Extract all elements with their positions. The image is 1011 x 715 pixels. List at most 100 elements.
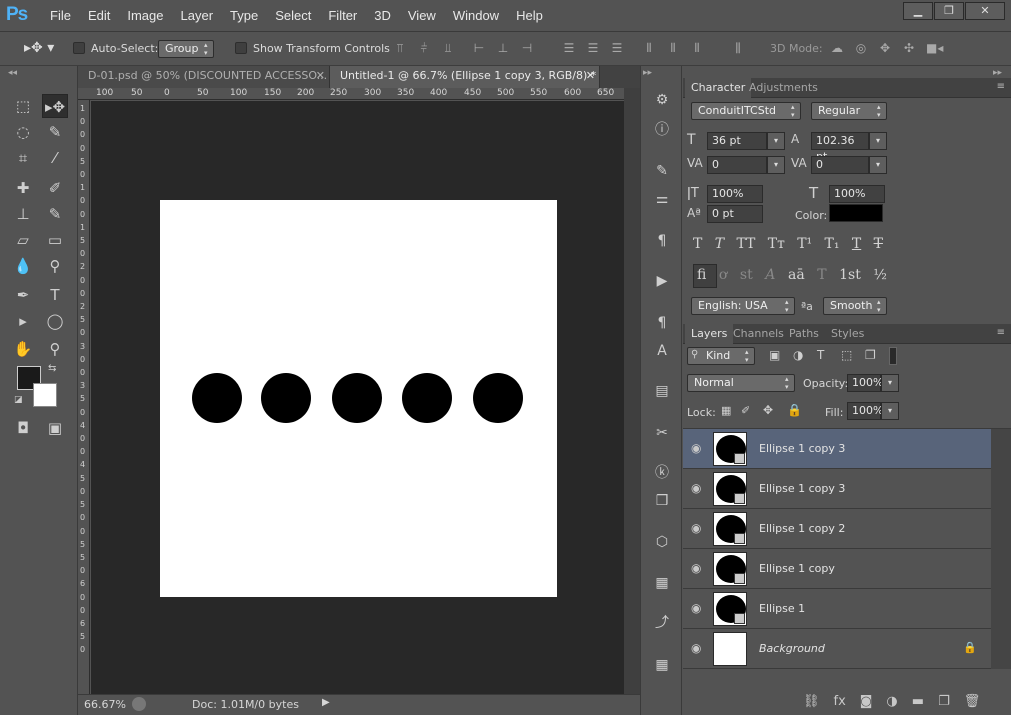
swash-button[interactable]: A xyxy=(765,267,775,283)
font-style-dropdown[interactable]: Regular xyxy=(811,102,887,120)
menu-image[interactable]: Image xyxy=(127,8,163,23)
background-color-swatch[interactable] xyxy=(33,383,57,407)
visibility-eye-icon[interactable]: ◉ xyxy=(691,481,701,495)
eraser-tool-icon[interactable]: ▱ xyxy=(10,228,36,252)
auto-select-checkbox[interactable] xyxy=(73,42,85,54)
filter-type-icon[interactable]: T xyxy=(817,348,824,362)
visibility-eye-icon[interactable]: ◉ xyxy=(691,521,701,535)
layer-row[interactable]: ◉ Ellipse 1 copy 3 xyxy=(683,429,991,469)
close-tab-icon[interactable]: ✕ xyxy=(316,66,325,86)
history-panel-icon[interactable]: ⚙ xyxy=(651,89,673,111)
filter-pixel-icon[interactable]: ▣ xyxy=(769,348,780,362)
all-caps-button[interactable]: TT xyxy=(736,236,755,252)
auto-align-icon[interactable]: ⫼ xyxy=(731,41,745,55)
delete-layer-icon[interactable]: 🗑 xyxy=(964,694,981,709)
tool-presets-icon[interactable]: ✂ xyxy=(651,422,673,444)
auto-select-dropdown[interactable]: Group xyxy=(158,40,214,58)
faux-italic-button[interactable]: T xyxy=(715,236,724,252)
tools-collapse-icon[interactable]: ◂◂ xyxy=(8,68,17,78)
titling-alternates-button[interactable]: T xyxy=(817,267,826,283)
timeline-icon[interactable]: ▦ xyxy=(651,572,673,594)
blur-tool-icon[interactable]: 💧 xyxy=(10,254,36,278)
paragraph-panel-icon[interactable]: ¶ xyxy=(651,230,673,252)
tab-paths[interactable]: Paths xyxy=(783,324,825,344)
font-family-dropdown[interactable]: ConduitITCStd xyxy=(691,102,801,120)
show-transform-checkbox[interactable] xyxy=(235,42,247,54)
filter-toggle[interactable] xyxy=(889,347,897,365)
faux-bold-button[interactable]: T xyxy=(693,236,702,252)
horizontal-scale-field[interactable]: 100% xyxy=(829,185,885,203)
leading-dropdown-icon[interactable]: ▾ xyxy=(869,132,887,150)
fractions-button[interactable]: ½ xyxy=(873,267,887,283)
crop-tool-icon[interactable]: ⌗ xyxy=(10,146,36,170)
fill-dropdown-icon[interactable]: ▾ xyxy=(881,402,899,420)
tab-channels[interactable]: Channels xyxy=(727,324,790,344)
dodge-tool-icon[interactable]: ⚲ xyxy=(42,254,68,278)
brush-settings-icon[interactable]: ⚌ xyxy=(651,188,673,210)
move-tool-preset-icon[interactable]: ▸✥ ▾ xyxy=(24,40,54,56)
lock-position-icon[interactable]: ✥ xyxy=(763,403,773,417)
distribute-vcenter-icon[interactable]: ☰ xyxy=(586,41,600,55)
layers-scrollbar[interactable] xyxy=(991,429,1011,669)
ellipse-1-copy-3[interactable] xyxy=(402,373,452,423)
ellipse-tool-icon[interactable]: ◯ xyxy=(42,309,68,333)
healing-brush-tool-icon[interactable]: ✚ xyxy=(10,176,36,200)
3d-drag-icon[interactable]: ✥ xyxy=(878,41,892,55)
minimize-icon[interactable]: ▁ xyxy=(903,2,933,20)
menu-filter[interactable]: Filter xyxy=(328,8,357,23)
quick-select-tool-icon[interactable]: ✎ xyxy=(42,120,68,144)
layer-name[interactable]: Ellipse 1 xyxy=(759,602,805,615)
layer-row[interactable]: ◉ Background 🔒 xyxy=(683,629,991,669)
path-select-tool-icon[interactable]: ▸ xyxy=(10,309,36,333)
panel-menu-icon[interactable]: ≡ xyxy=(997,327,1005,338)
brush-presets-icon[interactable]: ✎ xyxy=(651,160,673,182)
ellipse-1-copy-2[interactable] xyxy=(332,373,382,423)
superscript-button[interactable]: T¹ xyxy=(797,236,812,252)
move-tool-icon[interactable]: ▸✥ xyxy=(42,94,68,118)
add-mask-icon[interactable]: ◙ xyxy=(860,694,873,709)
info-panel-icon[interactable]: ⓘ xyxy=(651,119,673,141)
tracking-field[interactable]: 0 xyxy=(811,156,869,174)
tab-character[interactable]: Character xyxy=(685,78,752,98)
panels-collapse-icon[interactable]: ▸▸ xyxy=(993,68,1002,78)
layer-name[interactable]: Background xyxy=(759,642,825,655)
text-color-swatch[interactable] xyxy=(829,204,883,222)
3d-panel-icon[interactable]: ❒ xyxy=(651,490,673,512)
subscript-button[interactable]: T₁ xyxy=(825,236,840,252)
clone-stamp-tool-icon[interactable]: ⊥ xyxy=(10,202,36,226)
tab-untitled-1[interactable]: Untitled-1 @ 66.7% (Ellipse 1 copy 3, RG… xyxy=(330,66,600,88)
menu-select[interactable]: Select xyxy=(275,8,311,23)
align-vcenter-icon[interactable]: ⫩ xyxy=(417,41,431,55)
align-left-icon[interactable]: ⊢ xyxy=(472,41,486,55)
strip-collapse-icon[interactable]: ▸▸ xyxy=(643,68,652,78)
gradient-tool-icon[interactable]: ▭ xyxy=(42,228,68,252)
measurement-icon[interactable]: ⤴ xyxy=(651,612,673,634)
discretionary-ligatures-button[interactable]: st xyxy=(740,267,753,283)
close-icon[interactable]: ✕ xyxy=(965,2,1005,20)
layer-row[interactable]: ◉ Ellipse 1 copy 3 xyxy=(683,469,991,509)
contextual-alternates-button[interactable]: ơ xyxy=(719,267,727,283)
link-layers-icon[interactable]: ⛓ xyxy=(803,694,820,709)
zoom-level[interactable]: 66.67% xyxy=(84,698,126,711)
3d-roll-icon[interactable]: ◎ xyxy=(854,41,868,55)
kuler-icon[interactable]: ⓚ xyxy=(651,462,673,484)
tracking-dropdown-icon[interactable]: ▾ xyxy=(869,156,887,174)
language-dropdown[interactable]: English: USA xyxy=(691,297,795,315)
menu-file[interactable]: File xyxy=(50,8,71,23)
actions-panel-icon[interactable]: ▶ xyxy=(651,270,673,292)
ellipse-1-copy[interactable] xyxy=(261,373,311,423)
font-size-dropdown-icon[interactable]: ▾ xyxy=(767,132,785,150)
filter-shape-icon[interactable]: ⬚ xyxy=(841,348,852,362)
visibility-eye-icon[interactable]: ◉ xyxy=(691,441,701,455)
history-brush-tool-icon[interactable]: ✎ xyxy=(42,202,68,226)
align-hcenter-icon[interactable]: ⊥ xyxy=(496,41,510,55)
menu-help[interactable]: Help xyxy=(516,8,543,23)
swap-colors-icon[interactable]: ⇆ xyxy=(48,363,56,374)
zoom-tool-icon[interactable]: ⚲ xyxy=(42,337,68,361)
standard-ligatures-button[interactable]: fi xyxy=(697,267,706,283)
distribute-top-icon[interactable]: ☰ xyxy=(562,41,576,55)
align-right-icon[interactable]: ⊣ xyxy=(520,41,534,55)
fill-field[interactable]: 100% xyxy=(847,402,883,420)
canvas-area[interactable] xyxy=(91,101,624,694)
stylistic-alternates-button[interactable]: aā xyxy=(788,267,805,283)
